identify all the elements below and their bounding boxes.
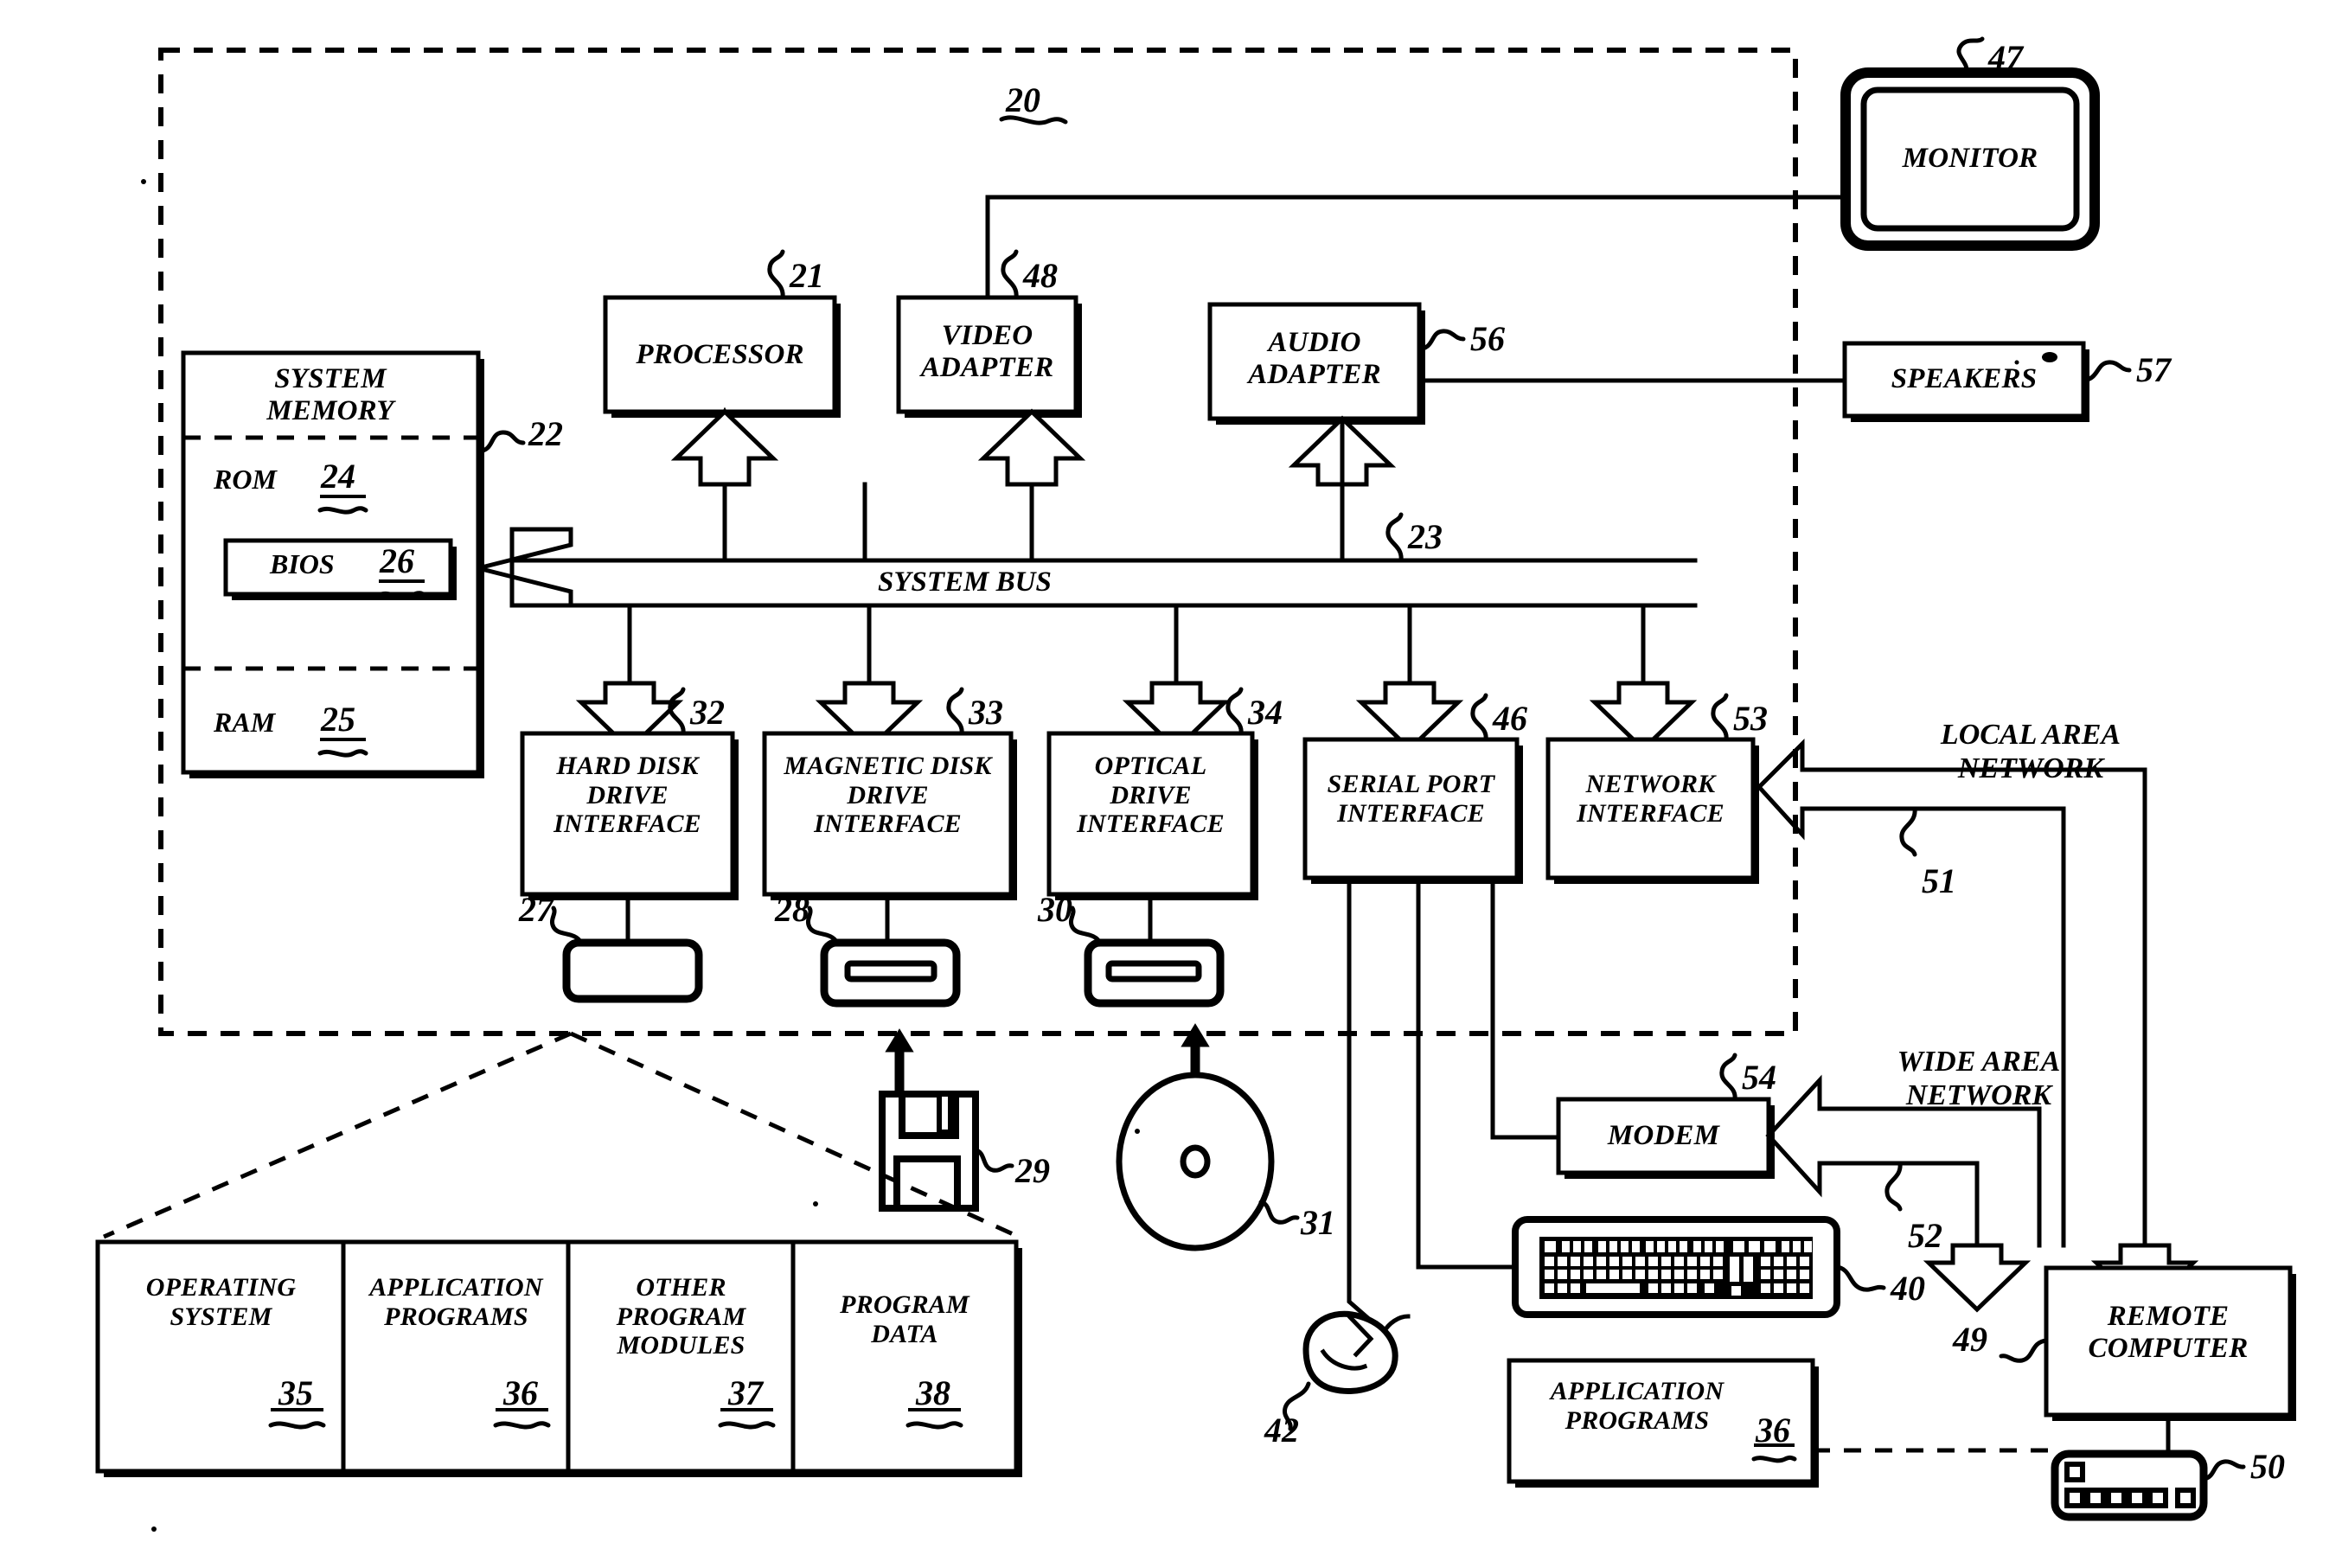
serial-port-interface-label: SERIAL PORT INTERFACE bbox=[1327, 770, 1495, 828]
rom-label: ROM bbox=[214, 464, 277, 495]
hard-disk-drive-interface-label: HARD DISK DRIVE INTERFACE bbox=[554, 752, 701, 839]
floppy-disk-ref-29: 29 bbox=[1015, 1151, 1050, 1190]
figure-ref-20: 20 bbox=[1006, 80, 1040, 119]
optical-disc-ref-31: 31 bbox=[1301, 1203, 1335, 1242]
modem-label: MODEM bbox=[1607, 1120, 1720, 1151]
video-adapter-ref-48: 48 bbox=[1023, 256, 1058, 295]
mouse-ref-42: 42 bbox=[1264, 1411, 1299, 1450]
video-adapter-label: VIDEO ADAPTER bbox=[920, 320, 1054, 383]
modem-ref-54: 54 bbox=[1742, 1058, 1776, 1097]
audio-adapter-ref-56: 56 bbox=[1470, 319, 1505, 358]
wan-ref-52: 52 bbox=[1908, 1216, 1942, 1255]
serial-port-interface-ref-46: 46 bbox=[1493, 699, 1527, 738]
ram-ref-25: 25 bbox=[321, 700, 355, 739]
network-interface-label: NETWORK INTERFACE bbox=[1577, 770, 1725, 828]
application-programs-ref-36: 36 bbox=[503, 1373, 538, 1412]
optical-drive-ref-30: 30 bbox=[1038, 890, 1072, 929]
operating-system-label: OPERATING SYSTEM bbox=[145, 1273, 297, 1331]
memory-ref-22: 22 bbox=[528, 414, 563, 453]
remote-application-programs-label: APPLICATION PROGRAMS bbox=[1550, 1377, 1725, 1435]
bios-label: BIOS bbox=[270, 548, 335, 579]
monitor-ref-47: 47 bbox=[1988, 38, 2023, 77]
system-memory-label: SYSTEM MEMORY bbox=[266, 363, 394, 426]
remote-application-programs-ref-36: 36 bbox=[1756, 1411, 1790, 1450]
bios-ref-26: 26 bbox=[380, 541, 414, 580]
remote-computer-ref-49: 49 bbox=[1953, 1320, 1987, 1359]
lan-ref-51: 51 bbox=[1922, 861, 1956, 900]
program-data-ref-38: 38 bbox=[916, 1373, 950, 1412]
optical-drive-interface-label: OPTICAL DRIVE INTERFACE bbox=[1077, 752, 1225, 839]
processor-label: PROCESSOR bbox=[636, 339, 804, 370]
magnetic-disk-drive-ref-28: 28 bbox=[775, 890, 809, 929]
local-area-network-label: LOCAL AREA NETWORK bbox=[1940, 719, 2121, 785]
program-data-label: PROGRAM DATA bbox=[840, 1290, 969, 1348]
application-programs-label: APPLICATION PROGRAMS bbox=[369, 1273, 543, 1331]
keyboard-ref-40: 40 bbox=[1891, 1269, 1925, 1308]
remote-computer-label: REMOTE COMPUTER bbox=[2088, 1301, 2249, 1364]
speakers-ref-57: 57 bbox=[2136, 350, 2171, 389]
speakers-label: SPEAKERS bbox=[1891, 363, 2038, 394]
hard-disk-interface-ref-32: 32 bbox=[690, 693, 725, 732]
optical-drive-interface-ref-34: 34 bbox=[1248, 693, 1283, 732]
patent-figure-canvas: .bx { fill:#ffffff; stroke:#000000; stro… bbox=[0, 0, 2342, 1568]
system-bus-ref-23: 23 bbox=[1408, 517, 1443, 556]
other-program-modules-label: OTHER PROGRAM MODULES bbox=[616, 1273, 746, 1360]
processor-ref-21: 21 bbox=[790, 256, 824, 295]
operating-system-ref-35: 35 bbox=[278, 1373, 313, 1412]
hard-disk-drive-ref-27: 27 bbox=[519, 890, 554, 929]
network-interface-ref-53: 53 bbox=[1733, 699, 1768, 738]
wide-area-network-label: WIDE AREA NETWORK bbox=[1897, 1046, 2061, 1112]
rom-ref-24: 24 bbox=[321, 457, 355, 496]
audio-adapter-label: AUDIO ADAPTER bbox=[1248, 327, 1381, 390]
magnetic-disk-interface-ref-33: 33 bbox=[969, 693, 1003, 732]
remote-storage-ref-50: 50 bbox=[2250, 1447, 2285, 1486]
other-program-modules-ref-37: 37 bbox=[728, 1373, 763, 1412]
magnetic-disk-drive-interface-label: MAGNETIC DISK DRIVE INTERFACE bbox=[784, 752, 992, 839]
monitor-label: MONITOR bbox=[1902, 143, 2038, 174]
system-bus-label: SYSTEM BUS bbox=[878, 566, 1052, 598]
ram-label: RAM bbox=[214, 707, 276, 738]
